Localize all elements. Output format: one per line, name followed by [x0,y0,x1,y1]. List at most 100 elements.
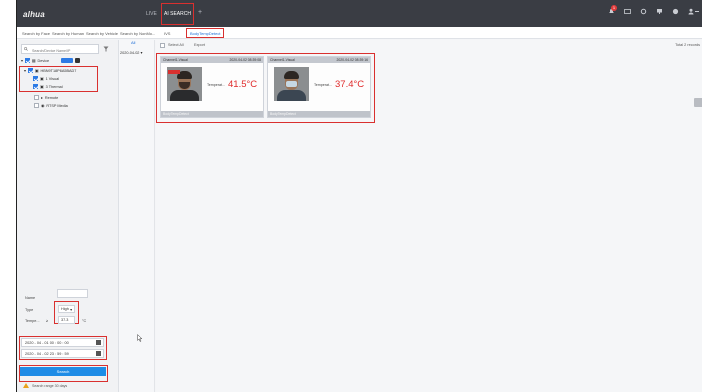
expand-arrow-icon[interactable]: ▾ [24,68,26,73]
tree-device-node[interactable]: ▾ ▣ HBN9T18P6A5BAD7 [24,68,76,73]
notification-badge: 1 [611,5,617,11]
checkbox[interactable] [33,76,38,81]
user-icon[interactable] [688,8,700,15]
tree-remote[interactable]: ▸ Remote [34,95,58,100]
temperature-operator: ≥ [46,319,49,323]
start-date-value: 2020 - 04 - 01 00 : 00 : 00 [25,341,69,345]
type-label: Type [25,308,34,312]
chevron-down-icon: ▾ [70,308,72,312]
start-date-field[interactable]: 2020 - 04 - 01 00 : 00 : 00 [21,338,104,347]
mouse-cursor-icon [137,333,143,344]
face-snapshot[interactable] [274,67,309,101]
notification-bell-icon[interactable]: 1 [608,5,617,15]
card-timestamp: 2020-04-02 08:39:08 [229,58,261,62]
export-button[interactable]: Export [194,43,205,47]
add-tab-button[interactable]: + [198,9,202,16]
select-all-checkbox[interactable] [160,43,165,48]
end-date-value: 2020 - 04 - 02 23 : 59 : 59 [25,352,69,356]
side-panel-toggle[interactable] [694,98,702,107]
monitor-icon[interactable] [656,8,663,15]
left-panel: ▾ ▦ Device ▾ ▣ HBN9T18P6A5BAD7 ▣ 1 Visua… [17,40,119,392]
tree-rtsp-media[interactable]: ◉ RTSP Media [34,103,68,108]
card-channel: Channel1-Visual [163,58,188,62]
date-filter-all[interactable]: All [131,40,135,45]
checkbox[interactable] [27,68,33,73]
search-tabs: Search by Face Search by Human Search by… [17,27,702,39]
calendar-icon[interactable] [96,340,101,345]
face-snapshot[interactable] [167,67,202,101]
checkbox[interactable] [24,58,30,63]
temperature-label: Tempe... [25,319,40,323]
name-input[interactable] [57,289,88,298]
temperature-label: Temperat... [314,83,332,87]
temperature-threshold-input[interactable] [58,316,75,324]
tree-channel-visual[interactable]: ▣ 1 Visual [33,76,59,81]
tree-label: 3 Thermal [45,84,63,89]
tree-label: 1 Visual [45,76,60,81]
folder-icon: ▦ [31,59,36,63]
top-bar: alhua LIVE AI SEARCH + 1 [17,0,702,27]
camera-icon: ▣ [40,85,44,89]
tab-search-by-face[interactable]: Search by Face [22,31,50,36]
end-date-field[interactable]: 2020 - 04 - 02 23 : 59 : 59 [21,349,104,358]
nav-live[interactable]: LIVE [146,11,157,17]
face-mask [286,81,297,87]
result-card[interactable]: Channel1-Visual 2020-04-02 08:39:08 Temp… [160,56,264,118]
tab-search-by-vehicle[interactable]: Search by Vehicle [86,31,118,36]
checkbox[interactable] [34,95,39,100]
top-icon-group: 1 [608,5,700,15]
temperature-value: 41.5°C [228,79,258,90]
type-select[interactable]: High ▾ [58,305,75,313]
card-body: Temperat... 41.5°C [161,63,263,113]
tab-ivs[interactable]: IVS [164,31,170,36]
checkbox[interactable] [34,103,39,108]
tree-label: RTSP Media [46,103,68,108]
camera-icon: ▣ [34,69,39,73]
search-button[interactable]: Search [20,367,106,376]
nav-ai-search[interactable]: AI SEARCH [161,3,194,25]
grid-view-button[interactable] [75,58,81,63]
alarm-tag-icon [168,70,180,74]
nav-ai-search-label: AI SEARCH [164,11,191,17]
tree-label: Remote [44,95,59,100]
card-timestamp: 2020-04-02 08:39:16 [336,58,368,62]
brand-logo: alhua [23,10,45,19]
result-card[interactable]: Channel1-Visual 2020-04-02 08:39:16 Temp… [267,56,371,118]
results-toolbar: Select All Export Total 2 records [156,40,702,50]
channel-view-button[interactable] [61,58,74,63]
display-icon[interactable] [624,8,631,15]
tree-root-device[interactable]: ▾ ▦ Device [21,58,81,63]
name-label: Name [25,296,36,300]
settings-icon[interactable] [640,8,647,15]
card-body: Temperat... 37.4°C [268,63,370,113]
warning-text: Search range 30 days [32,383,68,388]
filter-icon[interactable] [103,46,109,54]
expand-arrow-icon[interactable]: ▾ [21,58,23,63]
info-icon[interactable] [672,8,679,15]
device-search-input[interactable] [21,44,99,54]
tree-label: Device [37,58,50,63]
date-entry-label: 2020-04-02 [120,51,140,55]
card-event-type: BodyTempDetect [161,111,263,117]
temperature-value: 37.4°C [335,79,365,90]
camera-icon: ▣ [40,77,44,81]
results-area: Select All Export Total 2 records Channe… [156,40,702,392]
tab-body-temp-detect[interactable]: BodyTempDetect [186,28,225,38]
date-entry[interactable]: 2020-04-02 ▾ [120,50,142,55]
tab-search-by-nonmotor[interactable]: Search by NonMo... [120,31,155,36]
tab-search-by-human[interactable]: Search by Human [52,31,84,36]
remote-icon: ▸ [41,96,43,100]
card-event-type: BodyTempDetect [268,111,370,117]
media-icon: ◉ [41,104,45,108]
card-channel: Channel1-Visual [270,58,295,62]
search-icon [24,47,28,53]
select-all-label: Select All [168,43,184,47]
total-records: Total 2 records [675,43,700,47]
temperature-unit: °C [82,319,87,323]
calendar-icon[interactable] [96,351,101,356]
search-range-warning: Search range 30 days [23,383,67,388]
tree-channel-thermal[interactable]: ▣ 3 Thermal [33,84,63,89]
warning-icon [23,383,29,388]
checkbox[interactable] [33,84,38,89]
type-select-value: High [61,307,69,311]
